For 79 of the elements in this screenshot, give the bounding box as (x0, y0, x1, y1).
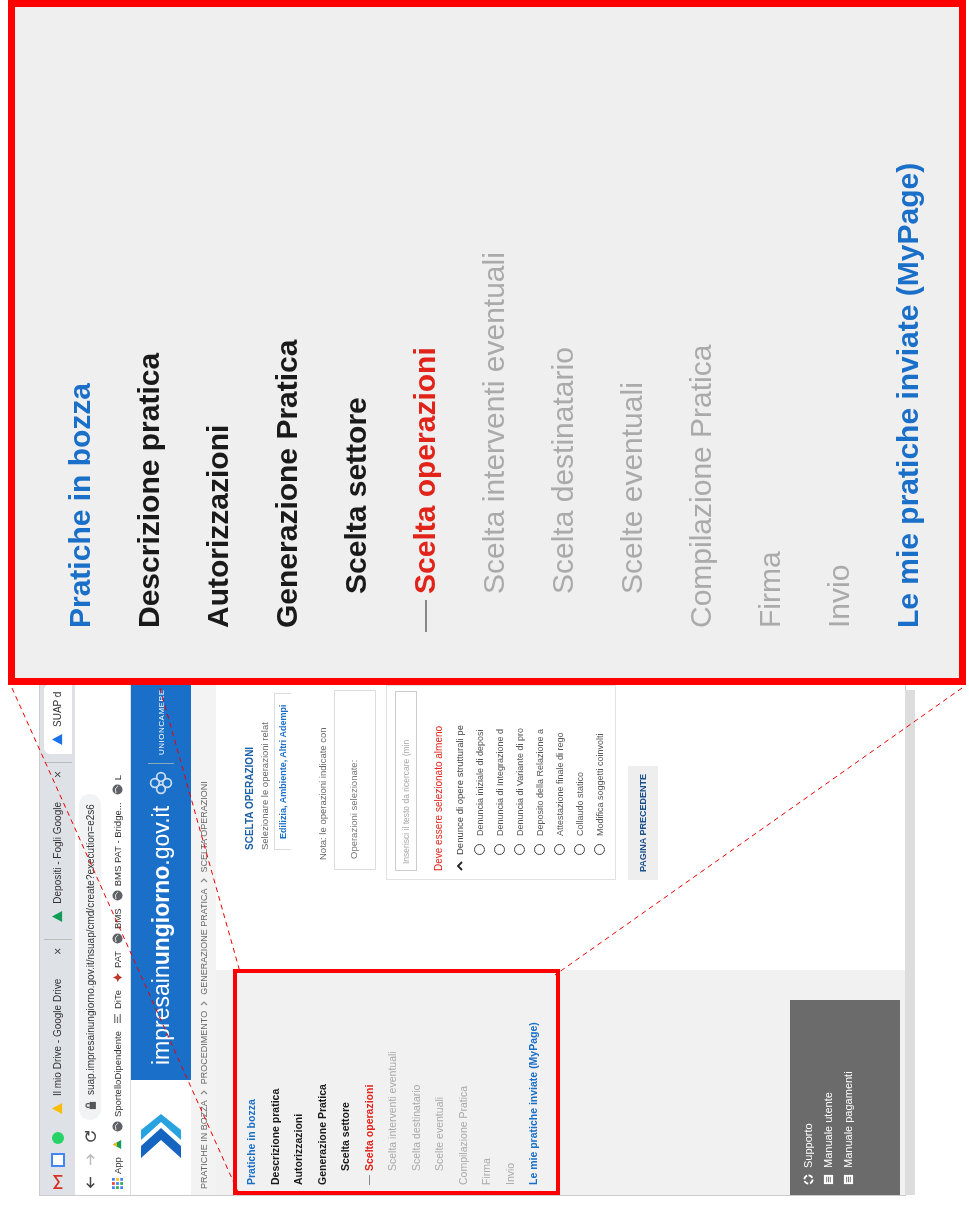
tab-title: SUAP d (52, 691, 63, 727)
menu-item: Scelta destinatario (545, 346, 580, 596)
document-icon (842, 1174, 854, 1185)
browser-tab[interactable]: Depositi - Fogli Google × (43, 762, 72, 931)
globe-icon (112, 1121, 123, 1133)
close-tab-button[interactable]: × (50, 771, 65, 778)
menu-item[interactable]: Generazione Pratica (310, 970, 334, 1185)
support-icon (802, 1174, 814, 1185)
note-text: Nota: le operazioni indicate con (317, 727, 328, 862)
partner-name: UNIONCAMERE (156, 689, 166, 755)
bookmark[interactable]: BMS (112, 908, 123, 944)
chevron-icon (199, 999, 208, 1006)
menu-item: Invio (821, 563, 856, 628)
option-label: Modifica soggetti coinvolti (594, 733, 605, 836)
option-label: Deposito della Relazione a (534, 728, 545, 836)
panel-label: Operazioni selezionate: (348, 759, 359, 859)
bookmark[interactable]: BMS PAT - Bridge... (112, 802, 123, 902)
instruction-text: Selezionare le operazioni relat (259, 721, 270, 850)
close-tab-button[interactable]: × (50, 947, 65, 955)
triangle-icon (112, 1139, 123, 1151)
triangle-icon (51, 733, 64, 746)
option-label: Denuncia di Variante di pro (514, 728, 525, 836)
breadcrumb-item[interactable]: PRATICHE IN BOZZA (198, 1100, 209, 1189)
lock-icon (84, 1101, 96, 1110)
group-label[interactable]: Denunce di opere strutturali pe (454, 725, 465, 855)
document-icon (822, 1174, 834, 1185)
menu-item[interactable]: Scelta operazioni (357, 970, 381, 1185)
mail-icon[interactable] (50, 1175, 65, 1189)
footer-link[interactable]: Manuale utente (822, 1010, 834, 1185)
tab-title: Il mio Drive - Google Drive (52, 978, 63, 1096)
menu-item: Scelta interventi eventuali (476, 251, 511, 596)
error-message: Deve essere selezionato almeno (433, 724, 444, 871)
bookmark[interactable]: App (112, 1157, 123, 1189)
bookmark[interactable]: DiTe (112, 990, 123, 1024)
option-label: Denuncia di Integrazione d (494, 728, 505, 836)
breadcrumb-item[interactable]: PROCEDIMENTO (198, 1010, 209, 1085)
lines-icon (112, 1013, 123, 1024)
browser-tab[interactable]: Il mio Drive - Google Drive × (43, 938, 72, 1123)
chevron-icon (199, 1089, 208, 1096)
sector-tab[interactable]: Edilizia, Ambiente, Altri Adempi (274, 693, 291, 850)
search-field[interactable]: Inserisci il testo da ricercare (min (395, 691, 417, 871)
globe-icon (112, 932, 123, 944)
caret-icon[interactable] (455, 861, 464, 871)
previous-page-button[interactable]: PAGINA PRECEDENTE (628, 766, 658, 880)
scroll-bar[interactable] (905, 690, 915, 1195)
calendar-icon[interactable] (50, 1153, 65, 1167)
option-label: Collaudo statico (574, 771, 585, 836)
menu-item[interactable]: Le mie pratiche inviate (MyPage) (522, 970, 546, 1185)
chevron-icon (199, 877, 208, 884)
bookmark[interactable]: SportelloDipendente (112, 1031, 123, 1133)
footer-link[interactable]: Manuale pagamenti (842, 1010, 854, 1185)
bookmark[interactable] (112, 1139, 123, 1151)
menu-item[interactable]: Pratiche in bozza (240, 970, 264, 1185)
footer-link[interactable]: Supporto (802, 1010, 814, 1185)
menu-item[interactable]: Autorizzazioni (287, 970, 311, 1185)
breadcrumb-item[interactable]: GENERAZIONE PRATICA (198, 888, 209, 995)
bookmark[interactable]: PAT (112, 950, 123, 983)
menu-item: Scelte eventuali (614, 381, 649, 596)
triangle-icon (51, 909, 64, 923)
flower-logo-icon (148, 763, 174, 796)
section-title: SCELTA OPERAZIONI (244, 745, 255, 850)
address-field[interactable]: suap.impresainungiorno.gov.it/nsuap/cmd/create?execution=e2s6 (79, 794, 101, 1120)
globe-icon (112, 890, 123, 902)
bookmark[interactable]: L (112, 775, 123, 796)
breadcrumb-item[interactable]: SCELTA OPERAZIONI (198, 781, 209, 873)
option-label: Denuncia iniziale di deposi (474, 729, 485, 836)
reload-icon[interactable] (83, 1130, 97, 1143)
menu-item: Firma (752, 550, 787, 628)
globe-icon (112, 784, 123, 796)
menu-item[interactable]: Descrizione pratica (263, 970, 287, 1185)
menu-item: Compilazione Pratica (683, 343, 718, 628)
eagle-icon (112, 972, 123, 983)
tab-title: Depositi - Fogli Google (52, 802, 63, 904)
grid-icon (112, 1178, 123, 1189)
option-label: Attestazione finale di rego (554, 732, 565, 836)
browser-tab[interactable]: SUAP d (43, 682, 72, 754)
triangle-icon (51, 1102, 64, 1115)
site-name[interactable]: impresainungiorno.gov.it (147, 806, 175, 1065)
menu-item[interactable]: Scelta settore (334, 970, 358, 1185)
